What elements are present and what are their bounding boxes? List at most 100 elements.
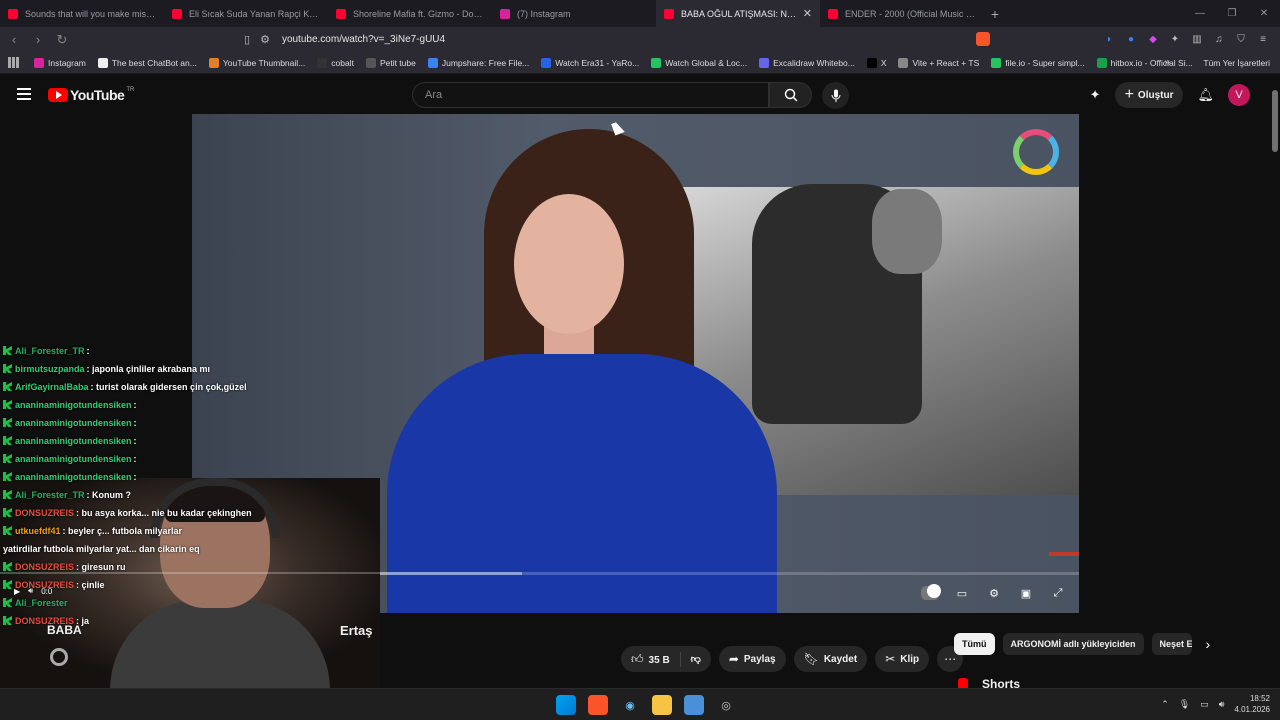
autoplay-toggle[interactable] xyxy=(921,584,941,600)
youtube-logo[interactable]: YouTube TR xyxy=(48,87,134,103)
bookmark-label: Jumpshare: Free File... xyxy=(441,57,530,68)
theater-mode-icon[interactable]: ▣ xyxy=(1017,586,1035,600)
bookmark-item[interactable]: Petit tube xyxy=(365,57,416,68)
youtube-header: YouTube TR Ara ✦ + Oluştur 🔔︎ V xyxy=(0,74,1280,116)
bookmark-item[interactable]: Watch Era31 - YaRo... xyxy=(541,57,639,68)
search-input[interactable]: Ara xyxy=(412,82,769,108)
browser-tab[interactable]: (7) Instagram xyxy=(492,0,656,27)
channel-avatar[interactable] xyxy=(50,648,68,666)
file-explorer-icon[interactable] xyxy=(652,695,672,715)
bookmark-item[interactable]: cobalt xyxy=(317,57,354,68)
system-tray: ⌃ 🎙︎ ▭ 🔊︎ 18:52 4.01.2026 xyxy=(1161,693,1270,715)
obs-icon[interactable]: ◎ xyxy=(716,695,736,715)
app-icon[interactable] xyxy=(684,695,704,715)
menu-icon[interactable]: ≡ xyxy=(1256,33,1270,47)
browser-tab[interactable]: BABA OĞUL ATIŞMASI: Neşet Er ✕ xyxy=(656,0,820,27)
bookmark-item[interactable]: Instagram xyxy=(34,57,86,68)
tab-title: BABA OĞUL ATIŞMASI: Neşet Er xyxy=(681,8,799,19)
video-title-start: BABA xyxy=(47,623,82,637)
share-button[interactable]: ➦ Paylaş xyxy=(718,646,786,672)
avatar[interactable]: V xyxy=(1228,84,1250,106)
new-tab-button[interactable]: + xyxy=(984,6,1006,22)
chip-uploader[interactable]: ARGONOMİ adlı yükleyiciden xyxy=(1002,633,1144,655)
minimize-button[interactable]: — xyxy=(1184,8,1216,19)
close-window-button[interactable]: ✕ xyxy=(1248,8,1280,19)
steam-icon[interactable]: ◉ xyxy=(620,695,640,715)
dislike-button[interactable]: 👎︎ xyxy=(681,653,711,665)
notifications-bell-icon[interactable]: 🔔︎ xyxy=(1197,87,1214,103)
channel-watermark-icon[interactable] xyxy=(1013,129,1059,175)
video-actions: 👍︎ 35 B 👎︎ ➦ Paylaş 🔖︎ Kaydet ✂ Klip ⋯ xyxy=(621,646,964,672)
subtitles-icon[interactable]: ▭ xyxy=(953,586,971,600)
chat-username: birmutsuzpanda xyxy=(15,364,85,374)
create-label: Oluştur xyxy=(1137,89,1174,101)
tray-overflow-icon[interactable]: ⌃ xyxy=(1161,699,1169,710)
apps-grid-icon[interactable] xyxy=(8,57,19,68)
plus-icon: + xyxy=(1124,86,1134,103)
clip-button[interactable]: ✂ Klip xyxy=(875,646,930,672)
extension-icon[interactable]: ◆ xyxy=(1146,33,1160,47)
bookmark-item[interactable]: Jumpshare: Free File... xyxy=(427,57,530,68)
clock[interactable]: 18:52 4.01.2026 xyxy=(1234,693,1270,715)
thumbs-up-icon: 👍︎ xyxy=(631,651,644,666)
url-box[interactable]: ▯ ⚙ youtube.com/watch?v=_3iNe7-gUU4 xyxy=(244,30,990,49)
maximize-button[interactable]: ❐ xyxy=(1216,8,1248,19)
tab-title: Sounds that will you make miss Japa xyxy=(25,8,156,19)
page-scrollbar[interactable] xyxy=(1272,90,1278,152)
sparkle-icon[interactable]: ✦ xyxy=(1090,87,1101,103)
mic-tray-icon[interactable]: 🎙︎ xyxy=(1179,699,1190,710)
bookmark-icon[interactable]: ▯ xyxy=(244,33,250,46)
browser-tab[interactable]: Shoreline Mafia ft. Gizmo - Double S xyxy=(328,0,492,27)
extension-icon[interactable]: ● xyxy=(1124,33,1138,47)
browser-tab[interactable]: Sounds that will you make miss Japa xyxy=(0,0,164,27)
voice-search-button[interactable] xyxy=(822,82,849,109)
bookmark-label: YouTube Thumbnail... xyxy=(222,57,306,68)
hamburger-menu-icon[interactable] xyxy=(17,88,31,100)
bookmark-item[interactable]: The best ChatBot an... xyxy=(97,57,197,68)
chat-username: ArifGayirnalBaba xyxy=(15,382,89,392)
chip-all[interactable]: Tümü xyxy=(954,633,995,655)
start-menu-icon[interactable] xyxy=(556,695,576,715)
reload-button[interactable]: ↻ xyxy=(52,32,72,48)
url-text[interactable]: youtube.com/watch?v=_3iNe7-gUU4 xyxy=(282,34,445,45)
display-icon[interactable]: ▭ xyxy=(1200,699,1209,710)
sidebar-icon[interactable]: ▥ xyxy=(1190,33,1204,47)
extensions-icon[interactable]: ✦ xyxy=(1168,33,1182,47)
all-bookmarks-link[interactable]: Tüm Yer İşaretleri xyxy=(1203,58,1270,68)
back-button[interactable]: ‹ xyxy=(4,32,24,47)
close-tab-icon[interactable]: ✕ xyxy=(803,7,812,20)
save-button[interactable]: 🔖︎ Kaydet xyxy=(793,646,868,672)
brave-browser-icon[interactable] xyxy=(588,695,608,715)
browser-tab-bar: Sounds that will you make miss Japa Eli S… xyxy=(0,0,1280,27)
chevron-right-icon[interactable]: › xyxy=(1206,636,1211,652)
bookmark-item[interactable]: X xyxy=(866,57,886,68)
site-info-icon[interactable]: ⚙ xyxy=(260,33,270,46)
like-button[interactable]: 👍︎ 35 B xyxy=(631,651,681,667)
create-button[interactable]: + Oluştur xyxy=(1114,82,1184,108)
windows-taskbar: ◉ ◎ ⌃ 🎙︎ ▭ 🔊︎ 18:52 4.01.2026 xyxy=(0,688,1280,720)
shield-icon[interactable]: ⛉ xyxy=(1234,33,1248,47)
kick-badge-icon xyxy=(3,490,12,499)
chat-message: birmutsuzpanda: japonla çinliler akraban… xyxy=(3,364,210,374)
bookmark-item[interactable]: hitbox.io - Official Si... xyxy=(1096,57,1193,68)
forward-button[interactable]: › xyxy=(28,32,48,47)
music-icon[interactable]: ♫ xyxy=(1212,33,1226,47)
bookmark-label: hitbox.io - Official Si... xyxy=(1110,57,1193,68)
bookmark-item[interactable]: YouTube Thumbnail... xyxy=(208,57,306,68)
speaker-icon[interactable]: 🔊︎ xyxy=(1219,699,1225,710)
brave-shield-icon[interactable] xyxy=(976,32,990,46)
bookmark-item[interactable]: Vite + React + TS xyxy=(898,57,979,68)
bookmark-item[interactable]: file.io - Super simpl... xyxy=(991,57,1085,68)
fullscreen-icon[interactable]: ⤢ xyxy=(1049,586,1067,600)
search-button[interactable] xyxy=(769,82,812,108)
extension-icon[interactable]: ◗ xyxy=(1102,33,1116,47)
bookmark-favicon-icon xyxy=(34,57,44,68)
bookmark-item[interactable]: Watch Global & Loc... xyxy=(651,57,747,68)
chip-neset[interactable]: Neşet Er xyxy=(1151,633,1192,655)
browser-tab[interactable]: Eli Sıcak Suda Yanan Rapçi Kız :) - Yo xyxy=(164,0,328,27)
browser-tab[interactable]: ENDER - 2000 (Official Music Video) xyxy=(820,0,984,27)
bookmark-list: Instagram The best ChatBot an... YouTube T… xyxy=(34,57,1205,68)
settings-gear-icon[interactable]: ⚙ xyxy=(985,586,1003,600)
more-bookmarks-icon[interactable]: » xyxy=(1164,57,1170,68)
bookmark-item[interactable]: Excalidraw Whitebo... xyxy=(759,57,855,68)
